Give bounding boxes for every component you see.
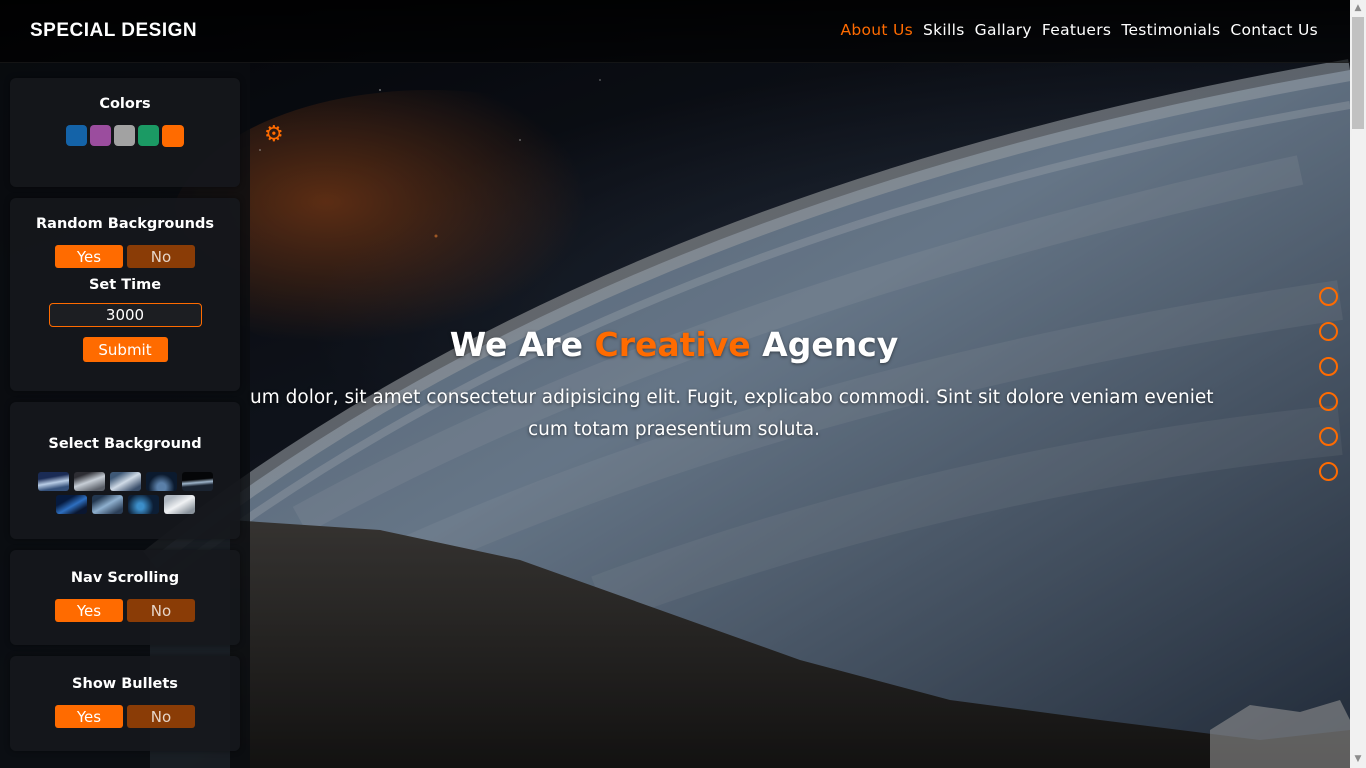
show-bullets-title: Show Bullets (72, 676, 178, 692)
hero-title-start: We Are (449, 325, 584, 364)
color-swatch[interactable] (162, 125, 184, 147)
background-thumbnail[interactable] (55, 495, 87, 514)
background-thumbnails (35, 472, 215, 514)
site-logo[interactable]: SPECIAL DESIGN (30, 20, 197, 42)
nav-scrolling-box: Nav Scrolling Yes No (10, 550, 240, 645)
color-swatch[interactable] (66, 125, 87, 146)
background-thumbnail[interactable] (163, 495, 195, 514)
background-thumbnail[interactable] (127, 495, 159, 514)
gear-icon[interactable]: ⚙ (264, 124, 286, 146)
nav-scrolling-title: Nav Scrolling (70, 570, 180, 586)
section-bullet[interactable] (1319, 357, 1338, 376)
submit-time-button[interactable]: Submit (82, 337, 168, 362)
hero-description-line-2: cum totam praesentium soluta. (528, 419, 820, 440)
site-header: SPECIAL DESIGN About Us Skills Gallary F… (0, 0, 1350, 63)
show-bullets-yes-button[interactable]: Yes (55, 705, 123, 728)
background-thumbnail[interactable] (145, 472, 177, 491)
hero-title-accent: Creative (594, 325, 751, 364)
section-bullet[interactable] (1319, 322, 1338, 341)
set-time-input[interactable] (48, 303, 202, 327)
scroll-up-arrow-icon[interactable]: ▲ (1350, 0, 1366, 17)
show-bullets-toggle: Yes No (10, 705, 240, 728)
select-background-box: Select Background (10, 402, 240, 539)
nav-link-testimonials[interactable]: Testimonials (1121, 21, 1220, 39)
hero-title-end: Agency (762, 325, 899, 364)
background-thumbnail[interactable] (37, 472, 69, 491)
hero-description-line-1: um dolor, sit amet consectetur adipisici… (250, 387, 1214, 408)
random-backgrounds-yes-button[interactable]: Yes (55, 245, 123, 268)
page-scrollbar[interactable]: ▲ ▼ (1350, 0, 1366, 768)
scroll-down-arrow-icon[interactable]: ▼ (1350, 751, 1366, 768)
color-swatch[interactable] (114, 125, 135, 146)
nav-scrolling-no-button[interactable]: No (127, 599, 195, 622)
random-backgrounds-title: Random Backgrounds (36, 216, 214, 232)
colors-title: Colors (99, 96, 151, 112)
show-bullets-no-button[interactable]: No (127, 705, 195, 728)
colors-option-box: Colors (10, 78, 240, 187)
set-time-label: Set Time (88, 277, 162, 293)
settings-panel: Colors Random Backgrounds Yes No Set Tim… (0, 63, 250, 768)
color-swatch[interactable] (90, 125, 111, 146)
section-bullet[interactable] (1319, 427, 1338, 446)
nav-link-featuers[interactable]: Featuers (1042, 21, 1111, 39)
nav-link-about-us[interactable]: About Us (840, 21, 913, 39)
nav-link-skills[interactable]: Skills (923, 21, 965, 39)
section-bullet[interactable] (1319, 287, 1338, 306)
random-backgrounds-box: Random Backgrounds Yes No Set Time Submi… (10, 198, 240, 391)
background-thumbnail[interactable] (109, 472, 141, 491)
background-thumbnail[interactable] (181, 472, 213, 491)
scrollbar-thumb[interactable] (1352, 17, 1364, 129)
select-background-title: Select Background (48, 436, 202, 452)
show-bullets-box: Show Bullets Yes No (10, 656, 240, 751)
random-backgrounds-toggle: Yes No (10, 245, 240, 268)
hero-title: We Are Creative Agency (250, 325, 1098, 364)
nav-scrolling-toggle: Yes No (10, 599, 240, 622)
nav-link-contact-us[interactable]: Contact Us (1230, 21, 1318, 39)
nav-scrolling-yes-button[interactable]: Yes (55, 599, 123, 622)
section-bullets (1319, 287, 1339, 497)
background-thumbnail[interactable] (91, 495, 123, 514)
main-nav: About Us Skills Gallary Featuers Testimo… (840, 21, 1318, 39)
nav-link-gallary[interactable]: Gallary (975, 21, 1032, 39)
section-bullet[interactable] (1319, 462, 1338, 481)
color-swatch-list (10, 125, 240, 147)
color-swatch[interactable] (138, 125, 159, 146)
random-backgrounds-no-button[interactable]: No (127, 245, 195, 268)
background-thumbnail[interactable] (73, 472, 105, 491)
section-bullet[interactable] (1319, 392, 1338, 411)
